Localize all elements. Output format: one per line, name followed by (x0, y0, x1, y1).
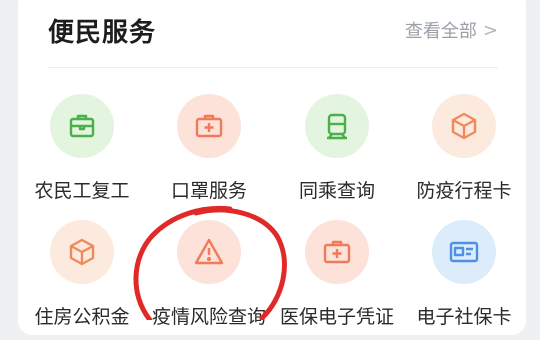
id-card-icon-badge (432, 220, 496, 284)
service-co-passenger[interactable]: 同乘查询 (272, 94, 402, 214)
service-farmer-work[interactable]: 农民工复工 (17, 94, 147, 214)
medical-kit-icon-badge (305, 220, 369, 284)
service-label: 医保电子凭证 (279, 306, 394, 328)
briefcase-icon-badge (50, 94, 114, 158)
warning-icon (194, 238, 224, 265)
service-medical-insurance[interactable]: 医保电子凭证 (272, 220, 402, 340)
service-label: 住房公积金 (34, 306, 130, 328)
train-icon-badge (305, 94, 369, 158)
train-icon (327, 113, 347, 140)
medical-kit-icon (323, 240, 351, 264)
service-mask[interactable]: 口罩服务 (144, 94, 274, 214)
medical-kit-icon (195, 114, 223, 138)
service-social-security-card[interactable]: 电子社保卡 (399, 220, 529, 340)
cube-icon (451, 112, 477, 140)
service-grid: 农民工复工 口罩服务 同乘查询 防疫行程卡 住房公积金 疫情风险查询 医保电子凭… (0, 0, 540, 328)
id-card-icon (449, 241, 479, 263)
service-label: 口罩服务 (170, 180, 247, 202)
service-travel-card[interactable]: 防疫行程卡 (399, 94, 529, 214)
service-label: 农民工复工 (34, 180, 130, 202)
service-epidemic-risk[interactable]: 疫情风险查询 (144, 220, 274, 340)
service-label: 同乘查询 (298, 180, 375, 202)
cube-icon-badge (432, 94, 496, 158)
cube-icon-badge (50, 220, 114, 284)
medical-kit-icon-badge (177, 94, 241, 158)
service-label: 疫情风险查询 (151, 306, 266, 328)
briefcase-icon (69, 114, 95, 138)
service-label: 电子社保卡 (416, 306, 512, 328)
warning-icon-badge (177, 220, 241, 284)
cube-icon (69, 238, 95, 266)
service-label: 防疫行程卡 (416, 180, 512, 202)
service-housing-fund[interactable]: 住房公积金 (17, 220, 147, 340)
